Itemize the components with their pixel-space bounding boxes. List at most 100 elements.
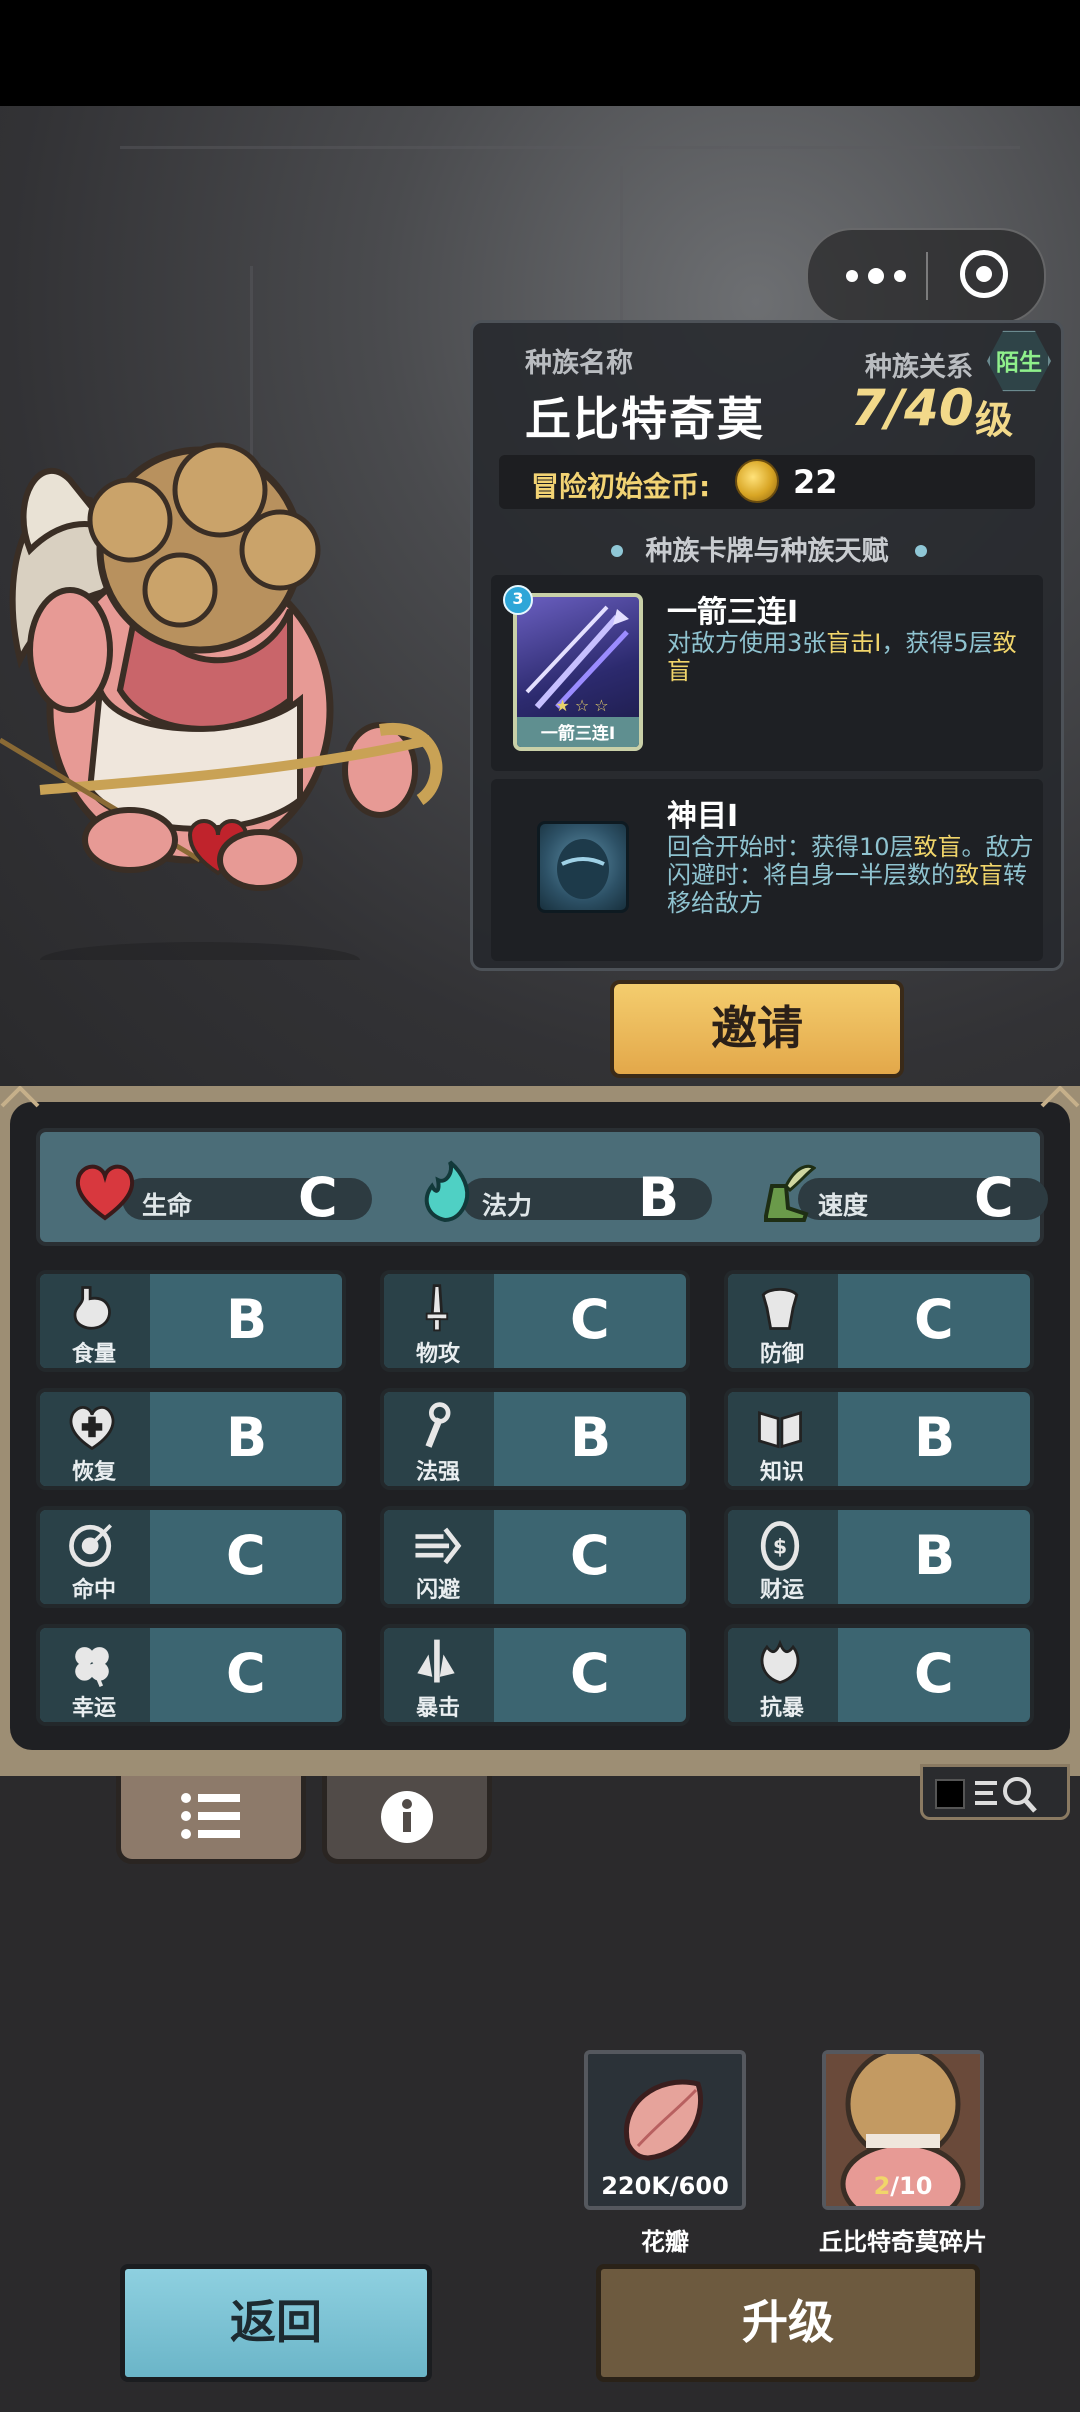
material-count: 2/10 (826, 2172, 980, 2200)
stat-grade: C (570, 1288, 610, 1351)
staff-icon (425, 1402, 451, 1448)
stat-name: 抗暴 (760, 1696, 805, 1721)
stat-speed[interactable]: 速度 C (746, 1156, 1056, 1229)
stat-hp[interactable]: 生命 C (70, 1156, 380, 1229)
stat-grade: B (914, 1524, 956, 1587)
talent-desc-keyword: 致盲 (913, 833, 962, 861)
petal-icon (624, 2079, 704, 2161)
material-count: 220K/600 (601, 2172, 729, 2200)
stat-grade: C (226, 1524, 266, 1587)
wing-boot-icon (764, 1164, 816, 1222)
more-button[interactable] (838, 260, 928, 292)
material-name: 丘比特奇莫碎片 (819, 2228, 987, 2256)
talent-description: 回合开始时：获得10层致盲。敌方闪避时：将自身一半层数的致盲转移给敌方 (667, 833, 1037, 917)
stat-cell[interactable]: 恢复 B (36, 1388, 346, 1490)
clover-icon (75, 1647, 109, 1687)
stat-name: 幸运 (72, 1696, 117, 1721)
talent-desc-part: 回合开始时：获得10层 (667, 833, 914, 861)
starting-gold-bar: 冒险初始金币: 22 (499, 455, 1035, 509)
stat-grade: C (226, 1642, 266, 1705)
race-card-row[interactable]: ★ ☆ ☆ 一箭三连I 3 一箭三连I 对敌方使用3张盲击I，获得5层致盲 (491, 575, 1043, 771)
stat-name: 生命 (142, 1191, 193, 1220)
stats-panel: 生命 C 法力 B 速度 C 食量 B 物攻 C 防御 C 恢复 B 法强 B … (10, 1102, 1070, 1750)
stat-cell[interactable]: $ 财运 B (724, 1506, 1034, 1608)
card-desc-part: ，获得5层 (881, 629, 993, 657)
stat-cell[interactable]: 闪避 C (380, 1506, 690, 1608)
card-description: 对敌方使用3张盲击I，获得5层致盲 (667, 629, 1037, 685)
card-stars: ★ ☆ ☆ (555, 696, 609, 715)
stat-grade: C (298, 1166, 338, 1229)
upgrade-button[interactable]: 升级 (596, 2264, 980, 2382)
stat-name: 食量 (72, 1342, 117, 1367)
material-cupid-shard[interactable]: 2/10 (822, 2046, 984, 2227)
stat-cell[interactable]: 防御 C (724, 1270, 1034, 1372)
tab-list[interactable] (116, 1776, 306, 1864)
tab-info[interactable] (322, 1776, 492, 1864)
heart-plus-icon (69, 1406, 115, 1451)
primary-stats-bar: 生命 C 法力 B 速度 C (36, 1128, 1048, 1246)
relation-value: 陌生 (996, 350, 1042, 376)
sword-icon (425, 1284, 449, 1332)
svg-text:$: $ (773, 1534, 787, 1558)
stat-grade: B (914, 1406, 956, 1469)
stat-name: 速度 (818, 1191, 869, 1220)
stat-name: 命中 (72, 1578, 117, 1603)
menu-capsule (806, 228, 1046, 324)
card-desc-keyword: 盲击I (826, 629, 882, 657)
stat-grade: B (570, 1406, 612, 1469)
stat-cell[interactable]: 知识 B (724, 1388, 1034, 1490)
search-list-icon (975, 1777, 1037, 1813)
frame-corner-ornament (1040, 1086, 1080, 1108)
stomach-icon (73, 1286, 111, 1330)
material-name: 花瓣 (641, 2228, 689, 2256)
shell-icon (760, 1639, 800, 1684)
stat-name: 闪避 (416, 1578, 461, 1603)
heart-icon (75, 1164, 135, 1221)
cupid-character (0, 442, 443, 960)
stat-grade: B (226, 1288, 268, 1351)
talent-desc-keyword: 致盲 (955, 861, 1003, 889)
talent-icon[interactable] (537, 821, 629, 913)
dash-icon (415, 1527, 462, 1565)
talent-title: 神目I (667, 799, 739, 834)
stat-name: 知识 (760, 1460, 805, 1485)
stat-cell[interactable]: 法强 B (380, 1388, 690, 1490)
checkbox[interactable] (935, 1779, 965, 1809)
card-desc-part: 对敌方使用3张 (667, 629, 827, 657)
book-icon (758, 1411, 802, 1449)
material-petal[interactable]: 220K/600 (584, 2050, 746, 2210)
close-miniprogram-button[interactable] (960, 250, 1008, 298)
race-talent-row[interactable]: 神目I 回合开始时：获得10层致盲。敌方闪避时：将自身一半层数的致盲转移给敌方 (491, 779, 1043, 961)
stat-cell[interactable]: 命中 C (36, 1506, 346, 1608)
stat-name: 物攻 (416, 1342, 461, 1367)
back-button[interactable]: 返回 (120, 2264, 432, 2382)
stat-grade: C (974, 1166, 1014, 1229)
stat-grade: C (914, 1642, 954, 1705)
stat-grade: C (570, 1524, 610, 1587)
stat-cell[interactable]: 物攻 C (380, 1270, 690, 1372)
stat-name: 财运 (760, 1578, 805, 1603)
target-icon (69, 1524, 112, 1567)
filter-toggle[interactable] (920, 1764, 1070, 1820)
race-info-panel: 种族名称 种族关系 陌生 丘比特奇莫 7/40 级 冒险初始金币: 22 种族卡… (470, 320, 1064, 971)
stats-panel-frame: 生命 C 法力 B 速度 C 食量 B 物攻 C 防御 C 恢复 B 法强 B … (0, 1086, 1080, 1776)
card-cost-badge: 3 (503, 585, 533, 615)
stat-cell[interactable]: 暴击 C (380, 1624, 690, 1726)
armor-icon (761, 1287, 799, 1330)
stat-cell[interactable]: 抗暴 C (724, 1624, 1034, 1726)
card-title: 一箭三连I (667, 595, 799, 630)
starting-gold-label: 冒险初始金币: (531, 470, 711, 503)
stat-cell[interactable]: 幸运 C (36, 1624, 346, 1726)
race-card-art[interactable]: ★ ☆ ☆ 一箭三连I (513, 593, 643, 751)
stat-name: 法强 (416, 1460, 461, 1485)
section-title: 种族卡牌与种族天赋 (645, 536, 889, 567)
stat-mp[interactable]: 法力 B (410, 1156, 720, 1229)
stat-cell[interactable]: 食量 B (36, 1270, 346, 1372)
stat-grade: C (914, 1288, 954, 1351)
invite-button[interactable]: 邀请 (610, 980, 904, 1078)
race-name: 丘比特奇莫 (525, 392, 765, 446)
status-bar (0, 0, 1080, 106)
stat-grade: C (570, 1642, 610, 1705)
flame-icon (424, 1160, 470, 1223)
stat-name: 恢复 (72, 1460, 117, 1485)
